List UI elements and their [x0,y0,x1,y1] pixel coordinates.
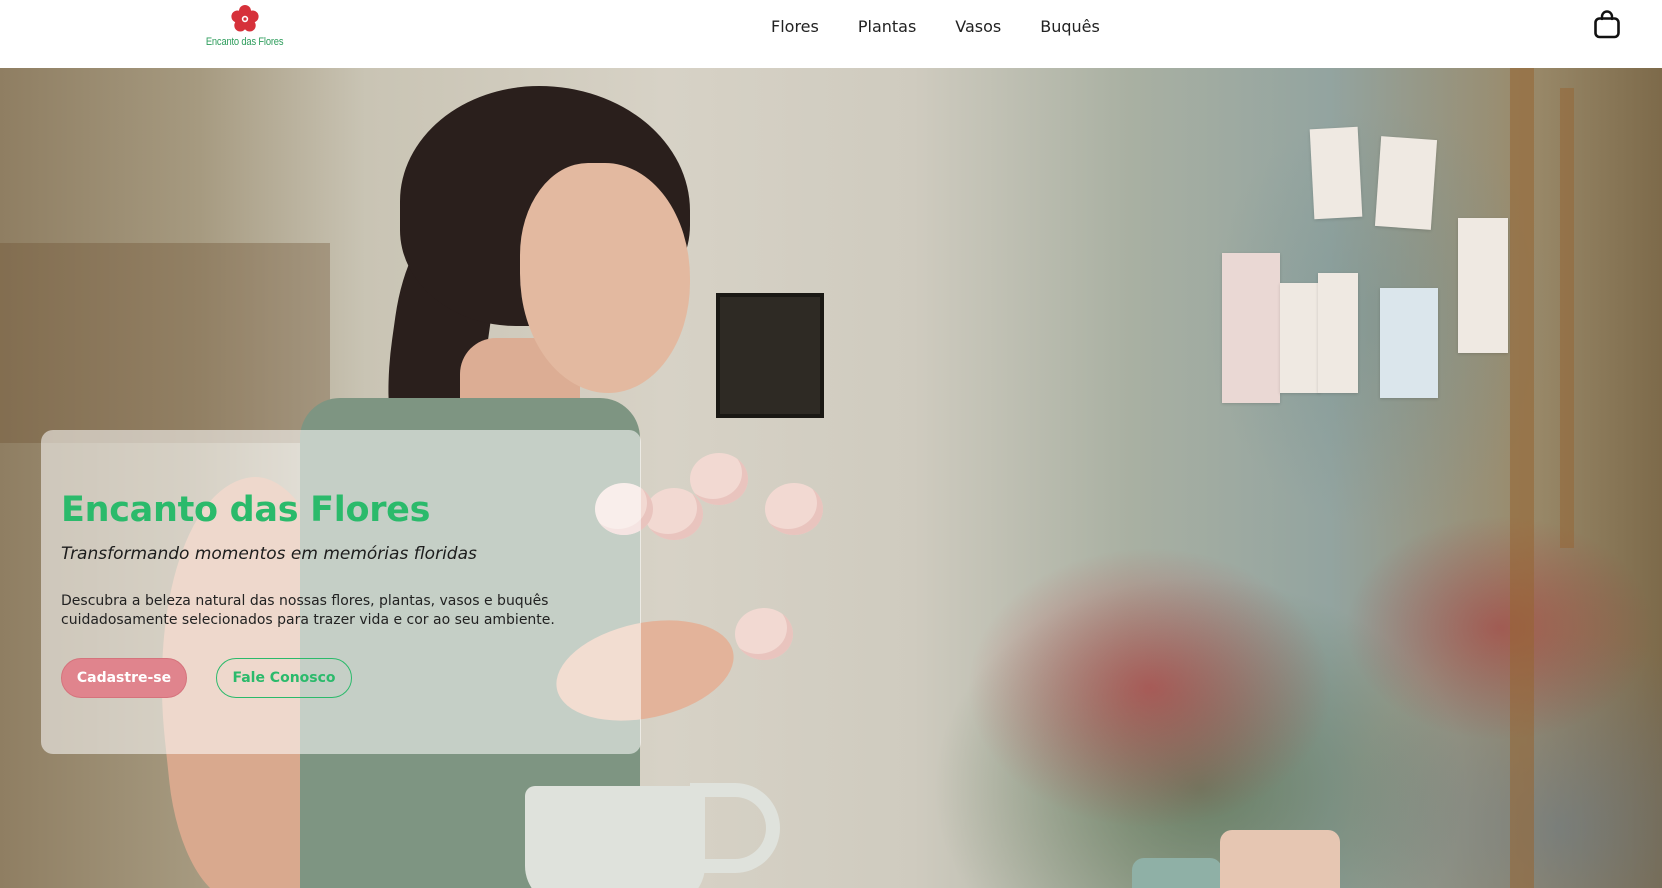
background-door-frame [1510,68,1534,888]
contact-button[interactable]: Fale Conosco [216,658,352,698]
nav-link-vasos[interactable]: Vasos [955,16,1001,38]
hero-card: Encanto das Flores Transformando momento… [41,430,641,754]
signup-button[interactable]: Cadastre-se [61,658,187,698]
background-paper-note [1318,273,1358,393]
hero-description: Descubra a beleza natural das nossas flo… [61,593,555,628]
nav-link-flores[interactable]: Flores [771,16,819,38]
carnation-flower [645,488,703,540]
hero-banner: Encanto das Flores Transformando momento… [0,68,1662,888]
nav-link-buques[interactable]: Buquês [1040,16,1100,38]
hero-photo-pitcher [525,786,705,888]
carnation-flower [765,483,823,535]
background-paper-note [1374,136,1438,230]
site-header: Encanto das Flores Flores Plantas Vasos … [0,0,1662,68]
hero-subtitle: Transformando momentos em memórias flori… [61,544,477,564]
background-door-frame-inner [1560,88,1574,548]
flower-logo-icon [231,5,259,32]
hero-photo-vase [1132,858,1222,888]
shopping-bag-icon[interactable] [1592,9,1622,39]
hero-title: Encanto das Flores [61,490,431,530]
background-paper-note [1458,218,1508,353]
logo-text: Encanto das Flores [206,36,284,48]
background-paper-note [1309,126,1363,220]
logo[interactable]: Encanto das Flores [200,4,290,56]
background-paper-note [1280,283,1320,393]
hero-photo-face [520,163,690,393]
background-paper-note [1222,253,1280,403]
background-framed-art [716,293,824,418]
carnation-flower [735,608,793,660]
carnation-flower [690,453,748,505]
background-wall [0,243,330,443]
hero-photo-vase [1220,830,1340,888]
main-nav: Flores Plantas Vasos Buquês [771,16,1100,38]
background-paper-note [1380,288,1438,398]
nav-link-plantas[interactable]: Plantas [858,16,916,38]
